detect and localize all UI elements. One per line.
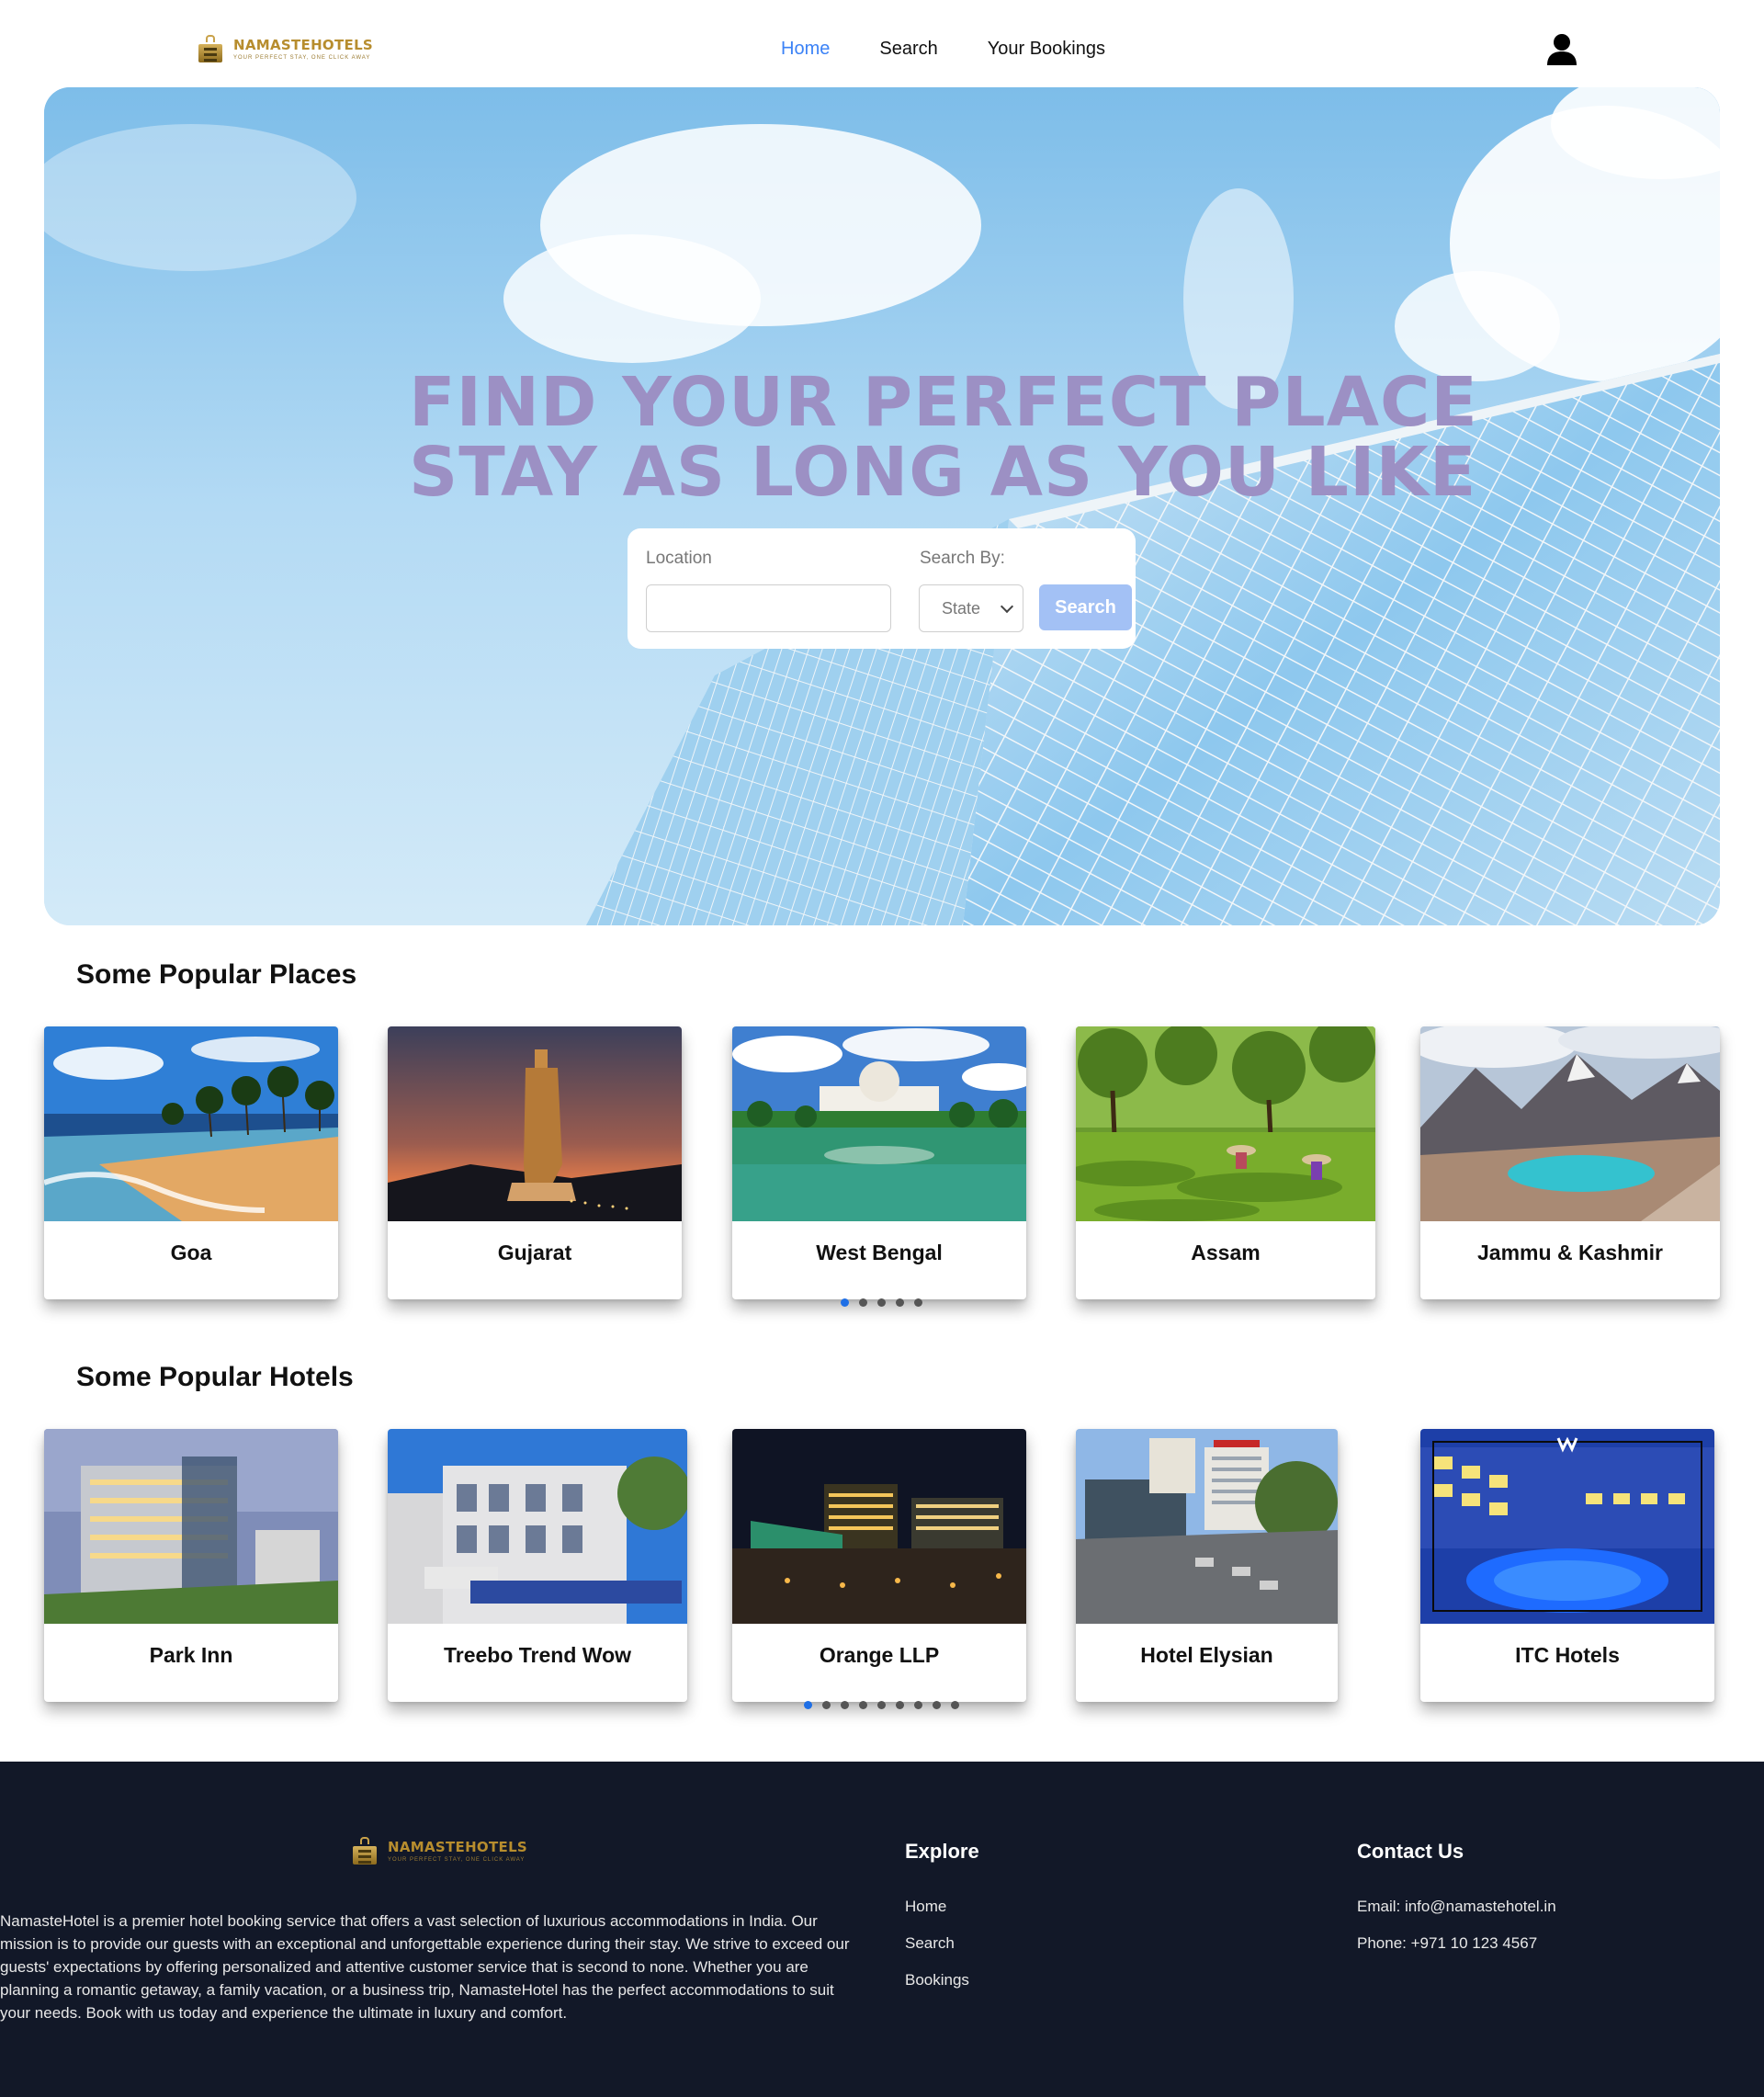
location-label: Location (646, 549, 712, 568)
carousel-dot[interactable] (822, 1701, 831, 1709)
treebo-trend-wow-hotel-image (388, 1429, 687, 1624)
place-name: West Bengal (816, 1241, 943, 1264)
hero-headline-line-2: STAY AS LONG AS YOU LIKE (409, 433, 1477, 512)
footer-brand-name: NAMASTEHOTELS (388, 1839, 528, 1855)
footer-link-home[interactable]: Home (905, 1898, 946, 1916)
carousel-dot[interactable] (933, 1701, 941, 1709)
footer-description: NamasteHotel is a premier hotel booking … (0, 1912, 850, 2022)
footer-link-search[interactable]: Search (905, 1934, 955, 1953)
carousel-dot[interactable] (859, 1701, 867, 1709)
west-bengal-memorial-image (732, 1026, 1026, 1221)
nav-link-home[interactable]: Home (781, 39, 830, 60)
place-name: Assam (1191, 1241, 1261, 1264)
hotel-name: Hotel Elysian (1140, 1643, 1273, 1667)
hotels-carousel-dots (804, 1701, 959, 1709)
hotel-card-hotel-elysian[interactable]: Hotel Elysian (1076, 1429, 1338, 1702)
top-navbar: NAMASTEHOTELS YOUR PERFECT STAY, ONE CLI… (0, 0, 1764, 88)
hotel-name: Park Inn (149, 1643, 233, 1667)
footer-brand-logo[interactable]: NAMASTEHOTELS YOUR PERFECT STAY, ONE CLI… (349, 1837, 527, 1865)
kashmir-lake-mountains-image (1420, 1026, 1720, 1221)
carousel-dot[interactable] (859, 1298, 867, 1307)
hotel-card-treebo-trend-wow[interactable]: Treebo Trend Wow (388, 1429, 687, 1702)
brand-tagline: YOUR PERFECT STAY, ONE CLICK AWAY (233, 55, 371, 61)
contact-email[interactable]: Email: info@namastehotel.in (1357, 1898, 1556, 1916)
nav-link-search[interactable]: Search (879, 39, 937, 60)
place-name: Goa (170, 1241, 212, 1264)
brand-name: NAMASTEHOTELS (233, 37, 374, 53)
carousel-dot[interactable] (896, 1701, 904, 1709)
goa-beach-image (44, 1026, 338, 1221)
place-card-goa[interactable]: Goa (44, 1026, 338, 1299)
site-footer: NAMASTEHOTELS YOUR PERFECT STAY, ONE CLI… (0, 1762, 1764, 2097)
park-inn-hotel-image (44, 1429, 338, 1624)
location-input[interactable] (646, 584, 891, 632)
search-by-label: Search By: (920, 549, 1005, 568)
user-icon[interactable] (1546, 33, 1577, 66)
carousel-dot[interactable] (841, 1298, 849, 1307)
hotel-card-itc-hotels[interactable]: ITC Hotels (1420, 1429, 1714, 1702)
popular-hotels-title: Some Popular Hotels (76, 1362, 354, 1392)
explore-heading: Explore (905, 1840, 979, 1863)
hotel-logo-icon (195, 35, 226, 62)
hotel-name: ITC Hotels (1515, 1643, 1620, 1667)
hero-banner: FIND YOUR PERFECT PLACE STAY AS LONG AS … (44, 87, 1720, 925)
hero-headline: FIND YOUR PERFECT PLACE STAY AS LONG AS … (409, 368, 1478, 507)
carousel-dot[interactable] (914, 1298, 922, 1307)
hotel-name: Orange LLP (819, 1643, 940, 1667)
search-button[interactable]: Search (1039, 584, 1132, 630)
nav-link-bookings[interactable]: Your Bookings (988, 39, 1105, 60)
chevron-down-icon (1000, 599, 1014, 614)
hero-headline-line-1: FIND YOUR PERFECT PLACE (409, 363, 1478, 442)
main-nav: Home Search Your Bookings (781, 39, 1105, 60)
carousel-dot[interactable] (914, 1701, 922, 1709)
footer-brand-tagline: YOUR PERFECT STAY, ONE CLICK AWAY (388, 1857, 526, 1863)
hotel-card-orange-llp[interactable]: Orange LLP (732, 1429, 1026, 1702)
place-card-gujarat[interactable]: Gujarat (388, 1026, 682, 1299)
search-by-select[interactable]: State (919, 584, 1023, 632)
carousel-dot[interactable] (804, 1701, 812, 1709)
place-card-jammu-kashmir[interactable]: Jammu & Kashmir (1420, 1026, 1720, 1299)
search-form: Location Search By: State Search (628, 528, 1136, 649)
place-card-west-bengal[interactable]: West Bengal (732, 1026, 1026, 1299)
brand-logo[interactable]: NAMASTEHOTELS YOUR PERFECT STAY, ONE CLI… (195, 35, 373, 62)
places-carousel-dots (841, 1298, 922, 1307)
hotel-logo-icon (349, 1837, 380, 1865)
itc-hotels-pool-image (1420, 1429, 1714, 1624)
carousel-dot[interactable] (841, 1701, 849, 1709)
contact-heading: Contact Us (1357, 1840, 1464, 1863)
hotel-name: Treebo Trend Wow (443, 1643, 632, 1667)
footer-link-bookings[interactable]: Bookings (905, 1971, 969, 1989)
contact-phone[interactable]: Phone: +971 10 123 4567 (1357, 1934, 1537, 1953)
place-name: Gujarat (497, 1241, 572, 1264)
carousel-dot[interactable] (877, 1298, 886, 1307)
orange-llp-hotel-night-image (732, 1429, 1026, 1624)
assam-tea-garden-image (1076, 1026, 1375, 1221)
carousel-dot[interactable] (896, 1298, 904, 1307)
search-by-value: State (942, 598, 981, 618)
carousel-dot[interactable] (951, 1701, 959, 1709)
hotel-card-park-inn[interactable]: Park Inn (44, 1429, 338, 1702)
carousel-dot[interactable] (877, 1701, 886, 1709)
gujarat-statue-image (388, 1026, 682, 1221)
place-name: Jammu & Kashmir (1477, 1241, 1663, 1264)
hotel-elysian-image (1076, 1429, 1338, 1624)
place-card-assam[interactable]: Assam (1076, 1026, 1375, 1299)
popular-places-title: Some Popular Places (76, 959, 357, 990)
